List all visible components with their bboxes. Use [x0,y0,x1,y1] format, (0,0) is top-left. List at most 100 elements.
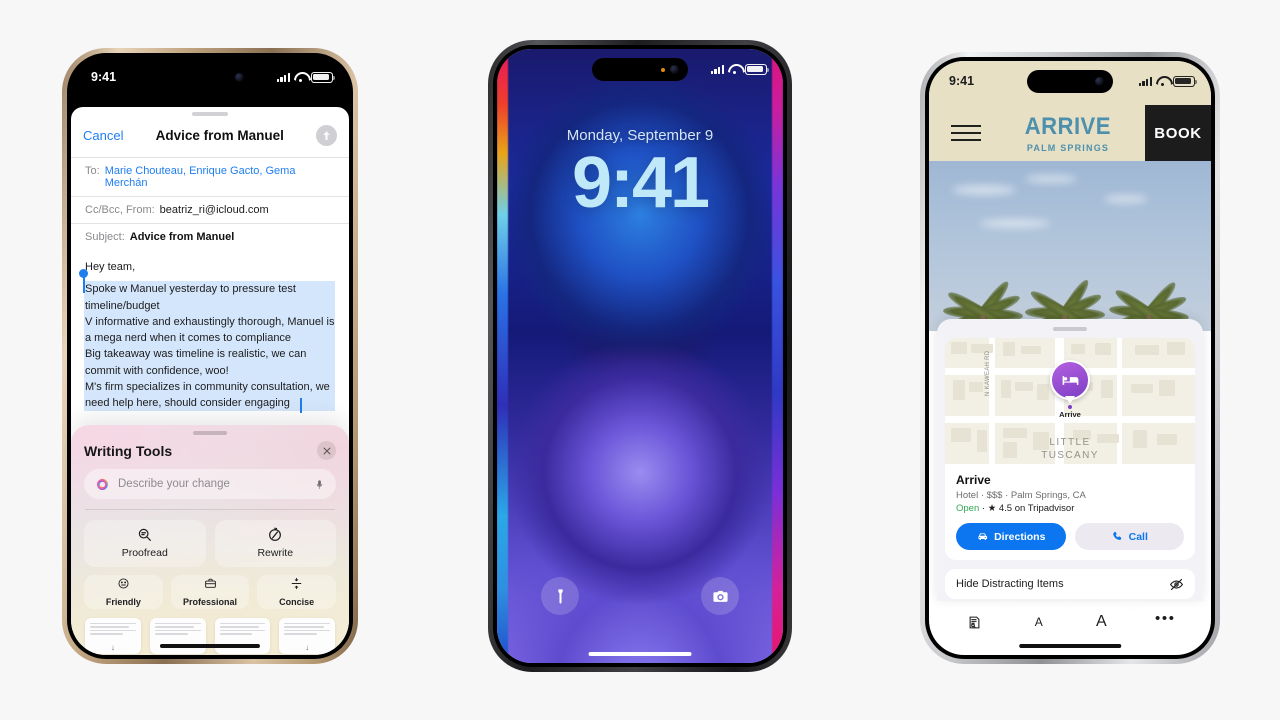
directions-button[interactable]: Directions [956,523,1066,550]
mail-nav-bar: Cancel Advice from Manuel [71,116,349,157]
summary-card[interactable]: ↓ [279,617,335,654]
friendly-button[interactable]: Friendly [84,574,163,609]
brand-name: ARRIVE [1024,113,1112,140]
friendly-label: Friendly [105,596,141,607]
text-size-decrease-button[interactable]: A [1010,607,1067,637]
selection-caret-end [300,398,302,414]
smiley-face-icon [117,577,130,595]
send-button[interactable] [316,125,337,146]
flashlight-button[interactable] [541,577,579,615]
writing-tools-tone-actions: Friendly Professional Concise [84,574,337,609]
phone-screen-lockscreen: Monday, September 9 9:41 [497,49,783,663]
battery-icon [311,71,336,83]
safari-bottom-sheet: N KAWEAH RD Arrive LITTLE TUSCANY Arrive… [937,319,1203,637]
apple-intelligence-orb-icon [95,477,110,492]
hide-distracting-items-row[interactable]: Hide Distracting Items [945,569,1195,599]
describe-change-input[interactable]: Describe your change [84,469,336,499]
cancel-button[interactable]: Cancel [83,128,123,143]
summary-card[interactable] [214,617,271,654]
home-indicator[interactable] [159,643,261,648]
text-size-small-icon: A [1034,615,1043,629]
map-pin-label: Arrive [1059,410,1081,419]
poi-info: Arrive Hotel · $$$ · Palm Springs, CA Op… [945,464,1195,560]
close-x-icon [323,447,330,454]
download-arrow-icon: ↓ [305,642,310,652]
close-button[interactable] [317,441,336,460]
front-camera-lens-icon [235,73,244,82]
sheet-grabber[interactable] [1053,327,1087,331]
rewrite-button[interactable]: Rewrite [214,519,336,567]
reader-view-button[interactable] [945,607,1005,637]
microphone-icon[interactable] [314,477,325,492]
safari-tool-row: A A ••• [945,607,1195,637]
neighborhood-line2: TUSCANY [1041,449,1099,461]
selected-line: V informative and exhaustingly thorough,… [85,315,335,345]
concise-button[interactable]: Concise [257,574,337,609]
rewrite-label: Rewrite [257,547,294,560]
phone-device-mail: 9:41 Cancel Advice from Manuel To: Marie… [62,48,358,664]
brand-location: PALM SPRINGS [1026,143,1110,153]
dynamic-island [592,58,688,81]
summary-card[interactable] [149,617,206,654]
neighborhood-line1: LITTLE [1049,437,1091,448]
from-address: beatriz_ri@icloud.com [159,204,269,216]
map-pin[interactable]: Arrive [1050,360,1090,419]
writing-tools-primary-actions: Proofread Rewrite [84,519,336,567]
home-indicator[interactable] [588,651,692,656]
mail-ccbcc-row[interactable]: Cc/Bcc, From: beatriz_ri@icloud.com [71,196,349,223]
mail-to-row[interactable]: To: Marie Chouteau, Enrique Gacto, Gema … [71,157,349,196]
writing-tools-grabber[interactable] [193,431,227,435]
concise-compress-icon [290,577,303,595]
phone-screen-safari: ARRIVE PALM SPRINGS BOOK 9:41 N KAWEAH R… [929,61,1211,655]
pin-dot [1068,405,1072,409]
selected-line: M's firm specializes in community consul… [85,380,330,410]
describe-change-placeholder: Describe your change [118,478,230,490]
dynamic-island [1027,70,1113,93]
map-neighborhood-label: LITTLE TUSCANY [945,437,1195,462]
poi-rating: · ★ 4.5 on Tripadvisor [981,503,1075,514]
download-arrow-icon: ↓ [110,642,115,652]
proofread-button[interactable]: Proofread [84,519,206,567]
writing-tools-title: Writing Tools [84,442,173,459]
directions-label: Directions [994,530,1046,543]
to-label: To: [85,165,100,177]
poi-card: N KAWEAH RD Arrive LITTLE TUSCANY Arrive… [945,338,1195,560]
mail-selected-text[interactable]: Spoke w Manuel yesterday to pressure tes… [79,269,335,414]
more-ellipsis-icon: ••• [1155,610,1176,627]
reader-view-icon [969,616,980,628]
home-indicator[interactable] [1019,643,1121,648]
summary-card[interactable]: ↓ [85,617,141,654]
front-camera-lens-icon [670,65,679,74]
hamburger-menu-icon[interactable] [929,105,991,161]
map-street-label: N KAWEAH RD [985,350,991,396]
camera-button[interactable] [701,577,739,615]
lock-screen-clock: 9:41 [571,143,710,223]
hero-image-palm-trees [929,161,1211,331]
front-camera-lens-icon [1095,77,1104,86]
professional-button[interactable]: Professional [170,574,250,609]
call-label: Call [1128,530,1148,543]
text-size-increase-button[interactable]: A [1073,607,1130,637]
call-button[interactable]: Call [1074,523,1184,550]
selected-line: Big takeaway was timeline is realistic, … [85,348,307,377]
status-bar-time: 9:41 [91,70,117,84]
mail-subject-row[interactable]: Subject: Advice from Manuel [71,223,349,250]
dynamic-island [167,66,253,89]
subject-label: Subject: [85,231,125,243]
more-options-button[interactable]: ••• [1135,607,1195,637]
screenshot-stage: 9:41 Cancel Advice from Manuel To: Marie… [0,0,1280,720]
site-brand-logo[interactable]: ARRIVE PALM SPRINGS [991,105,1145,161]
mail-greeting: Hey team, [85,261,136,273]
cellular-bars-icon [276,72,290,82]
send-arrow-up-icon [323,131,330,140]
map-preview[interactable]: N KAWEAH RD Arrive LITTLE TUSCANY [945,338,1195,464]
site-header-row: ARRIVE PALM SPRINGS BOOK [929,105,1211,161]
subject-value: Advice from Manuel [129,231,235,243]
phone-device-lockscreen: Monday, September 9 9:41 [488,40,792,672]
pin-tail [1065,396,1075,404]
book-button[interactable]: BOOK [1145,105,1211,161]
page-title: Advice from Manuel [155,128,284,143]
camera-indicator-icon [661,67,665,72]
poi-meta: Hotel · $$$ · Palm Springs, CA [956,490,1086,501]
lock-screen-date: Monday, September 9 [566,127,714,144]
